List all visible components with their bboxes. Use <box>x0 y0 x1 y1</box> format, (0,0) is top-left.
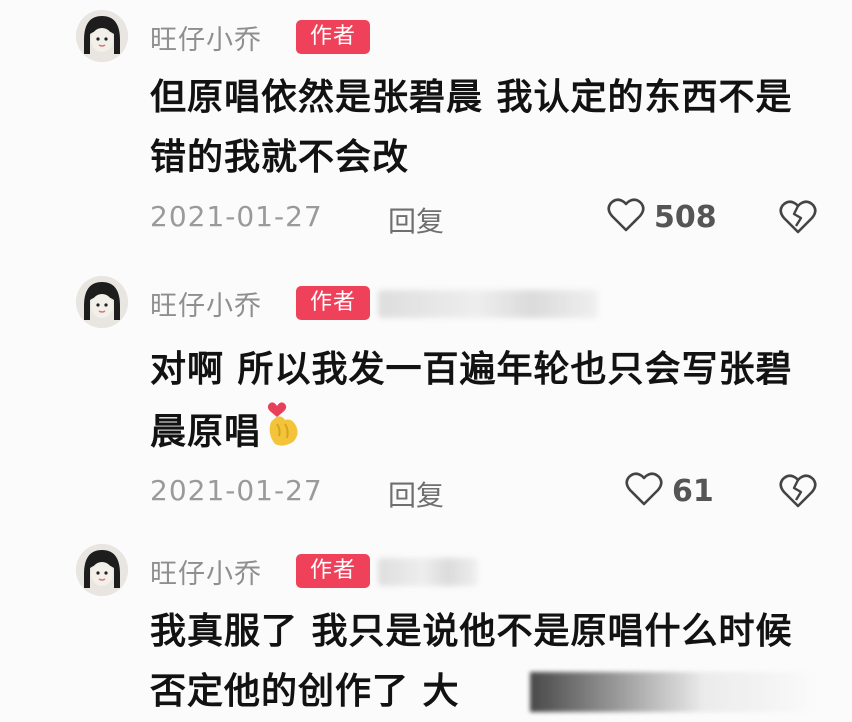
redacted-text <box>378 558 478 586</box>
author-badge: 作者 <box>296 554 370 588</box>
comment-item: 旺仔小乔 作者 我真服了 我只是说他不是原唱什么时候否定他的创作了 大 <box>0 0 852 722</box>
text-fade-overlay <box>530 672 820 712</box>
username[interactable]: 旺仔小乔 <box>150 552 262 591</box>
comment-feed: 旺仔小乔 作者 但原唱依然是张碧晨 我认定的东西不是错的我就不会改 2021-0… <box>0 0 852 722</box>
avatar[interactable] <box>76 544 128 596</box>
